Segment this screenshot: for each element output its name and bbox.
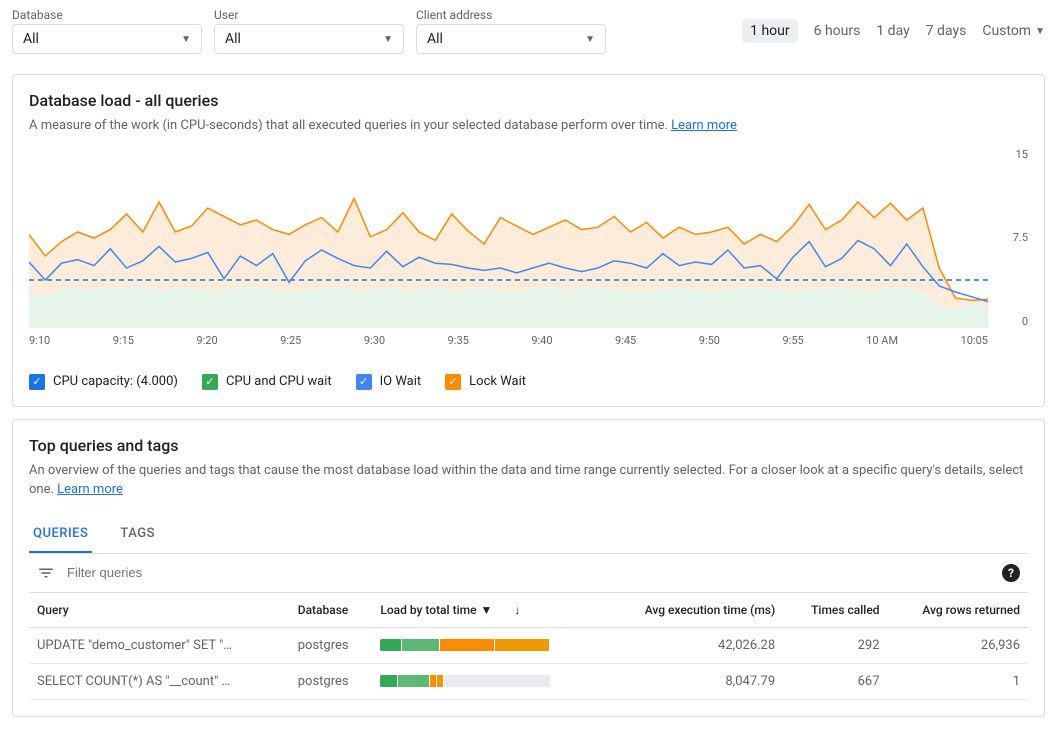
- filter-database-select[interactable]: All ▼: [12, 24, 202, 54]
- x-tick: 9:25: [280, 334, 301, 347]
- col-avg-exec[interactable]: Avg execution time (ms): [602, 593, 783, 628]
- col-times-called[interactable]: Times called: [783, 593, 887, 628]
- chevron-down-icon: ▼: [181, 34, 191, 45]
- y-tick: 7.5: [1013, 231, 1028, 244]
- filter-icon: [37, 564, 55, 582]
- queries-card-subtitle: An overview of the queries and tags that…: [29, 461, 1028, 500]
- time-range-custom-label: Custom: [982, 23, 1031, 39]
- time-range-1day[interactable]: 1 day: [876, 23, 909, 39]
- filter-client-select[interactable]: All ▼: [416, 24, 606, 54]
- x-tick: 9:55: [782, 334, 803, 347]
- cell-avg-exec: 42,026.28: [602, 627, 783, 663]
- learn-more-link[interactable]: Learn more: [57, 482, 123, 497]
- table-row[interactable]: UPDATE "demo_customer" SET "…postgres 42,…: [29, 627, 1028, 663]
- filter-database-value: All: [23, 31, 39, 47]
- x-tick: 10 AM: [866, 334, 898, 347]
- chevron-down-icon: ▼: [585, 34, 595, 45]
- x-tick: 9:30: [364, 334, 385, 347]
- chart-legend: ✓ CPU capacity: (4.000) ✓ CPU and CPU wa…: [29, 374, 1028, 390]
- col-avg-rows[interactable]: Avg rows returned: [888, 593, 1028, 628]
- col-query[interactable]: Query: [29, 593, 290, 628]
- legend-cpu-capacity[interactable]: ✓ CPU capacity: (4.000): [29, 374, 178, 390]
- checkbox-icon: ✓: [202, 374, 218, 390]
- tab-tags[interactable]: TAGS: [116, 516, 159, 553]
- x-tick: 9:50: [699, 334, 720, 347]
- tab-queries[interactable]: QUERIES: [29, 516, 92, 553]
- cell-query: UPDATE "demo_customer" SET "…: [29, 627, 290, 663]
- arrow-down-icon: ↓: [514, 603, 520, 617]
- queries-table: Query Database Load by total time ▼ ↓ Av…: [29, 593, 1028, 700]
- chevron-down-icon: ▼: [383, 34, 393, 45]
- time-range-1hour[interactable]: 1 hour: [742, 19, 798, 43]
- queries-card: Top queries and tags An overview of the …: [12, 419, 1045, 717]
- x-tick: 9:45: [615, 334, 636, 347]
- x-tick: 9:40: [531, 334, 552, 347]
- time-range-custom[interactable]: Custom ▼: [982, 23, 1045, 39]
- legend-cpu-wait[interactable]: ✓ CPU and CPU wait: [202, 374, 332, 390]
- cell-query: SELECT COUNT(*) AS "__count" …: [29, 663, 290, 699]
- x-tick: 10:05: [961, 334, 988, 347]
- filter-user-select[interactable]: All ▼: [214, 24, 404, 54]
- learn-more-link[interactable]: Learn more: [671, 118, 737, 133]
- x-tick: 9:20: [196, 334, 217, 347]
- filter-user-value: All: [225, 31, 241, 47]
- filter-client-label: Client address: [416, 8, 606, 22]
- load-card-subtitle: A measure of the work (in CPU-seconds) t…: [29, 116, 1028, 136]
- cell-database: postgres: [290, 627, 373, 663]
- cell-times: 667: [783, 663, 887, 699]
- filter-user-label: User: [214, 8, 404, 22]
- filter-queries-input[interactable]: [67, 565, 990, 580]
- cell-avg-rows: 26,936: [888, 627, 1028, 663]
- help-icon[interactable]: ?: [1002, 564, 1020, 582]
- y-tick: 15: [1013, 148, 1028, 161]
- x-tick: 9:10: [29, 334, 50, 347]
- queries-card-title: Top queries and tags: [29, 436, 1028, 455]
- x-tick: 9:15: [113, 334, 134, 347]
- table-row[interactable]: SELECT COUNT(*) AS "__count" …postgres 8,…: [29, 663, 1028, 699]
- time-range-selector: 1 hour 6 hours 1 day 7 days Custom ▼: [742, 19, 1045, 43]
- cell-avg-exec: 8,047.79: [602, 663, 783, 699]
- cell-load: [372, 663, 602, 699]
- cell-avg-rows: 1: [888, 663, 1028, 699]
- filter-client-value: All: [427, 31, 443, 47]
- col-database[interactable]: Database: [290, 593, 373, 628]
- checkbox-icon: ✓: [445, 374, 461, 390]
- x-tick: 9:35: [448, 334, 469, 347]
- load-card: Database load - all queries A measure of…: [12, 74, 1045, 407]
- cell-times: 292: [783, 627, 887, 663]
- filter-database-label: Database: [12, 8, 202, 22]
- y-tick: 0: [1013, 315, 1028, 328]
- legend-io-wait[interactable]: ✓ IO Wait: [356, 374, 422, 390]
- load-card-title: Database load - all queries: [29, 91, 1028, 110]
- checkbox-icon: ✓: [29, 374, 45, 390]
- checkbox-icon: ✓: [356, 374, 372, 390]
- time-range-6hours[interactable]: 6 hours: [814, 23, 861, 39]
- cell-load: [372, 627, 602, 663]
- load-chart: 15 7.5 0 9:10 9:15 9:20 9:25 9:30 9:35 9:40 9:4…: [29, 148, 1028, 358]
- sort-desc-icon: ▼: [481, 603, 493, 617]
- cell-database: postgres: [290, 663, 373, 699]
- legend-lock-wait[interactable]: ✓ Lock Wait: [445, 374, 526, 390]
- time-range-7days[interactable]: 7 days: [926, 23, 967, 39]
- col-load[interactable]: Load by total time ▼ ↓: [372, 593, 602, 628]
- chevron-down-icon: ▼: [1035, 26, 1045, 37]
